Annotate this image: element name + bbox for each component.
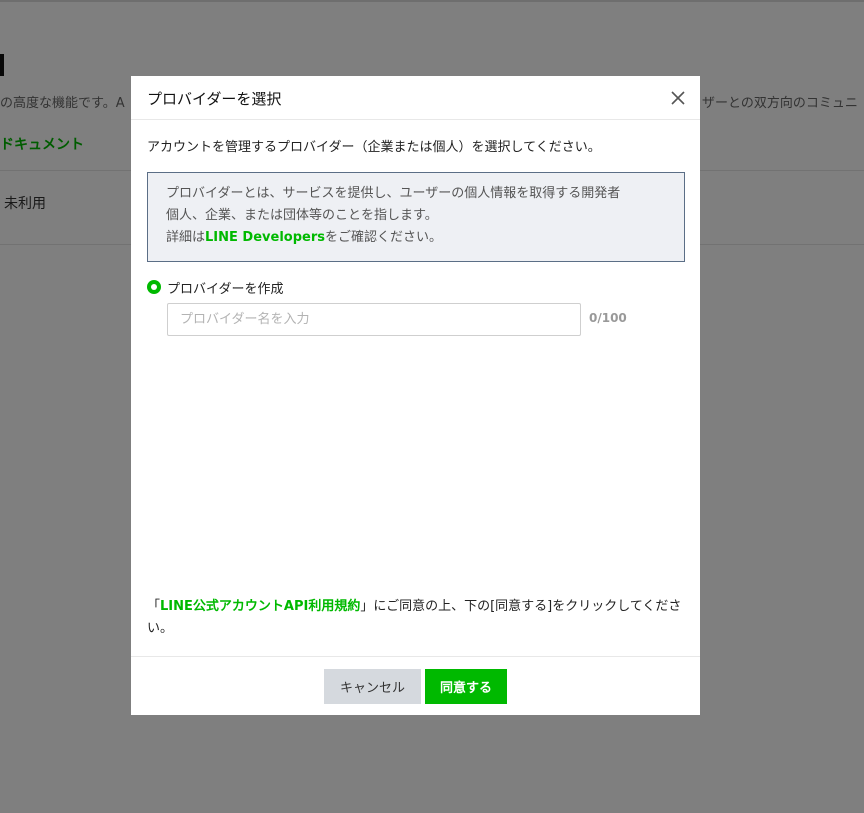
select-provider-dialog: プロバイダーを選択 アカウントを管理するプロバイダー（企業または個人）を選択して… bbox=[131, 76, 700, 715]
terms-agreement-text: 「LINE公式アカウントAPI利用規約」にご同意の上、下の[同意する]をクリック… bbox=[147, 596, 687, 640]
info-prefix: 詳細は bbox=[166, 230, 206, 245]
agree-button[interactable]: 同意する bbox=[425, 669, 507, 704]
dialog-intro-text: アカウントを管理するプロバイダー（企業または個人）を選択してください。 bbox=[147, 140, 601, 155]
close-icon bbox=[671, 91, 685, 105]
info-suffix: をご確認ください。 bbox=[324, 230, 442, 245]
dialog-footer: キャンセル 同意する bbox=[131, 656, 700, 715]
create-provider-label: プロバイダーを作成 bbox=[167, 281, 284, 297]
line-developers-link[interactable]: LINE Developers bbox=[205, 230, 325, 245]
info-line: プロバイダーとは、サービスを提供し、ユーザーの個人情報を取得する開発者 bbox=[166, 186, 621, 201]
api-terms-link[interactable]: LINE公式アカウントAPI利用規約 bbox=[160, 599, 360, 614]
dialog-title: プロバイダーを選択 bbox=[147, 90, 282, 108]
close-button[interactable] bbox=[666, 86, 690, 110]
provider-name-input[interactable] bbox=[167, 303, 581, 336]
terms-open-bracket: 「 bbox=[147, 599, 161, 614]
dialog-header: プロバイダーを選択 bbox=[131, 76, 700, 120]
info-line: 個人、企業、または団体等のことを指します。 bbox=[166, 208, 438, 223]
cancel-button[interactable]: キャンセル bbox=[324, 669, 421, 704]
create-provider-option[interactable]: プロバイダーを作成 bbox=[147, 277, 283, 297]
create-provider-radio[interactable] bbox=[147, 280, 161, 294]
page: の高度な機能です。A ザーとの双方向のコミュニ ドキュメント 未利用 プロバイダ… bbox=[0, 0, 864, 813]
character-counter: 0/100 bbox=[589, 311, 627, 325]
provider-info-box: プロバイダーとは、サービスを提供し、ユーザーの個人情報を取得する開発者 個人、企… bbox=[147, 172, 685, 262]
info-line: 詳細はLINE Developersをご確認ください。 bbox=[166, 227, 666, 249]
